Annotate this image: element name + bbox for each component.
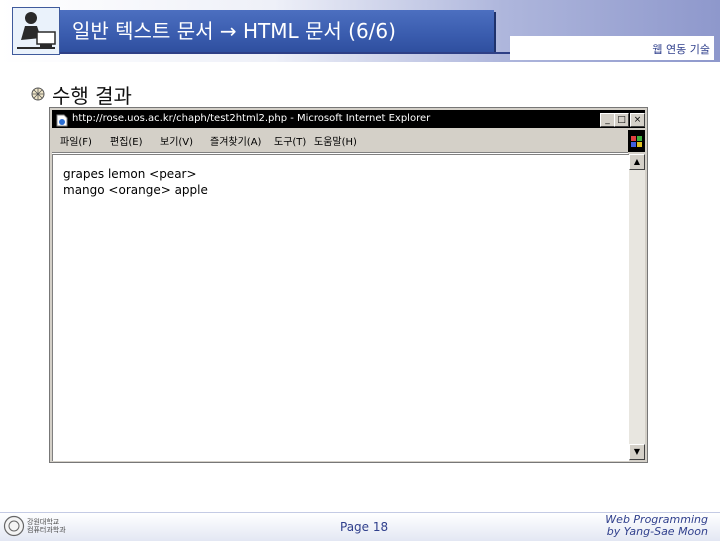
menu-bar: 파일(F) 편집(E) 보기(V) 즐겨찾기(A) 도구(T) 도움말(H) — [52, 130, 645, 150]
menu-help[interactable]: 도움말(H) — [314, 133, 357, 148]
subject-label: 웹 연동 기술 — [652, 43, 710, 56]
menu-edit[interactable]: 편집(E) — [110, 133, 143, 148]
ie-page-icon — [56, 112, 68, 127]
scroll-up-button[interactable]: ▲ — [629, 154, 645, 170]
course-credit: Web Programming by Yang-Sae Moon — [605, 514, 708, 538]
maximize-button[interactable]: □ — [614, 113, 629, 127]
section-heading: 수행 결과 — [52, 84, 132, 108]
close-button[interactable]: × — [630, 113, 645, 127]
footer-logo: 강원대학교 컴퓨터과학과 — [3, 514, 71, 538]
university-seal-icon — [3, 515, 25, 537]
person-at-computer-icon — [12, 7, 60, 55]
shell-bullet-icon — [30, 86, 46, 102]
browser-title: http://rose.uos.ac.kr/chaph/test2html2.p… — [72, 113, 431, 124]
logo-text: 강원대학교 컴퓨터과학과 — [27, 518, 66, 534]
menu-file[interactable]: 파일(F) — [60, 133, 92, 148]
page-number: Page 18 — [340, 520, 389, 534]
windows-logo-icon — [628, 130, 645, 152]
slide-title: 일반 텍스트 문서 → HTML 문서 (6/6) — [60, 10, 494, 52]
course-author: by Yang-Sae Moon — [606, 525, 708, 538]
menu-view[interactable]: 보기(V) — [160, 133, 193, 148]
logo-line-2: 컴퓨터과학과 — [27, 526, 66, 534]
browser-window: http://rose.uos.ac.kr/chaph/test2html2.p… — [49, 107, 648, 463]
content-line-2: mango <orange> apple — [63, 183, 208, 197]
content-line-1: grapes lemon <pear> — [63, 167, 197, 181]
title-underline — [60, 52, 520, 54]
menu-favorites[interactable]: 즐겨찾기(A) — [210, 133, 261, 148]
page-content: grapes lemon <pear> mango <orange> apple — [52, 154, 629, 461]
scroll-down-button[interactable]: ▼ — [629, 444, 645, 460]
minimize-button[interactable]: _ — [600, 113, 615, 127]
browser-titlebar[interactable]: http://rose.uos.ac.kr/chaph/test2html2.p… — [52, 110, 645, 128]
vertical-scrollbar[interactable]: ▲ ▼ — [629, 154, 645, 460]
logo-line-1: 강원대학교 — [27, 518, 60, 526]
menu-tools[interactable]: 도구(T) — [274, 133, 306, 148]
